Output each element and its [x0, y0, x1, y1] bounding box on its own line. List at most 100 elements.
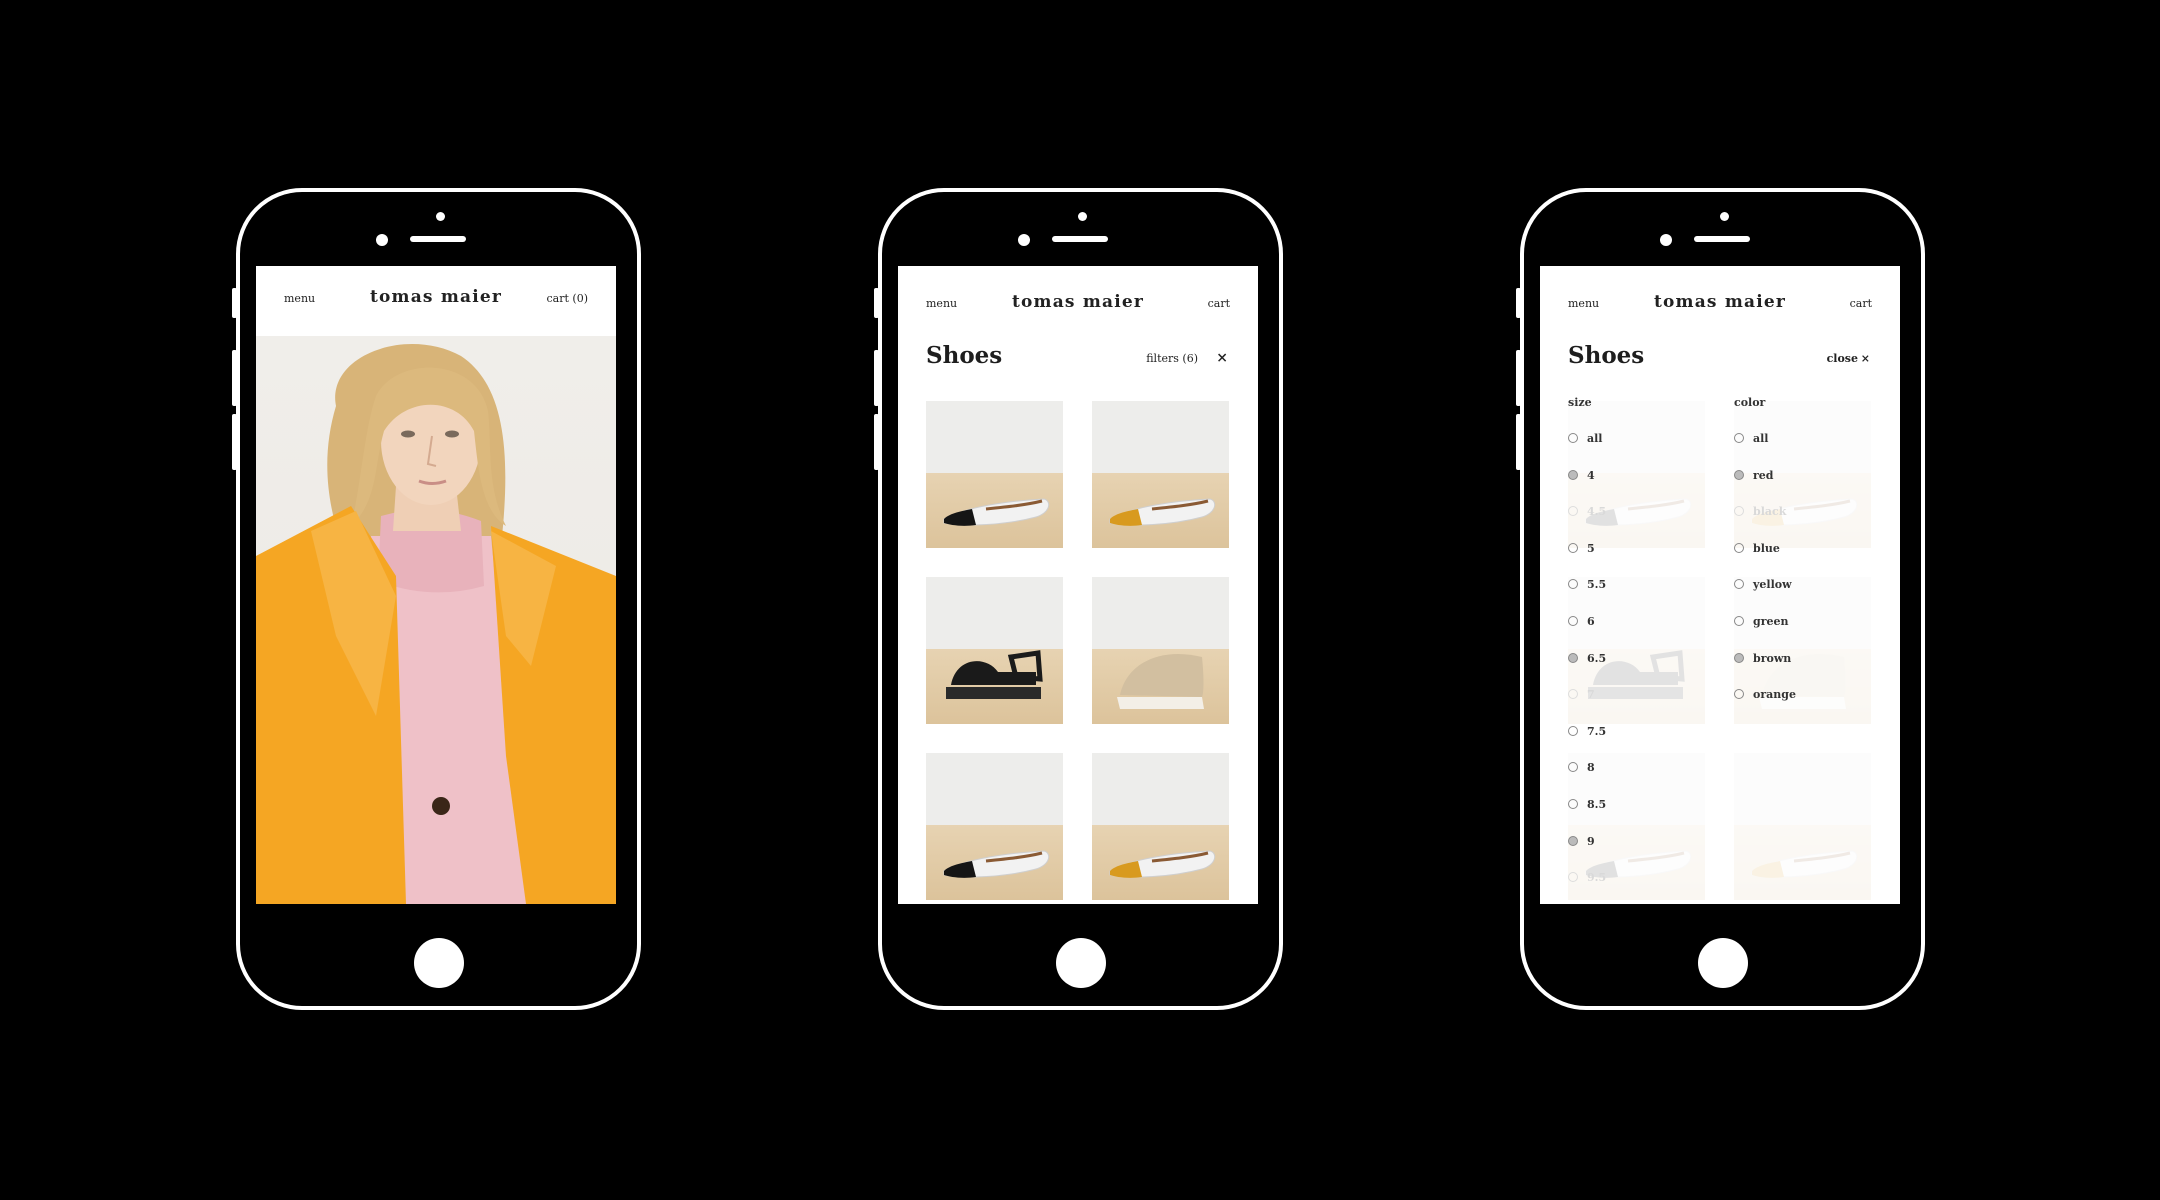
size-option[interactable]: all — [1568, 432, 1603, 445]
radio-icon — [1568, 799, 1578, 809]
radio-icon — [1568, 579, 1578, 590]
speaker-grille — [1052, 236, 1108, 242]
site-header: menu tomas maier cart (0) — [256, 266, 616, 332]
size-option-label: 4.5 — [1587, 505, 1607, 519]
product-image — [1588, 650, 1685, 699]
size-option-label: 9.5 — [1587, 871, 1607, 885]
product-image — [1117, 653, 1204, 709]
volume-down-button — [1516, 414, 1521, 470]
product-tile[interactable] — [1734, 753, 1871, 900]
site-header: menu tomas maier cart — [898, 266, 1258, 332]
hero-image[interactable] — [256, 336, 616, 904]
product-tile[interactable] — [1092, 753, 1229, 900]
size-option[interactable]: 6 — [1568, 615, 1595, 628]
color-option[interactable]: green — [1734, 615, 1788, 628]
phone-frame-home: menu tomas maier cart (0) — [232, 188, 641, 1010]
cart-link[interactable]: cart (0) — [547, 292, 588, 305]
filters-toggle[interactable]: filters (6) — [1146, 352, 1198, 365]
radio-icon — [1734, 652, 1744, 663]
mute-switch — [1516, 288, 1521, 318]
mute-switch — [874, 288, 879, 318]
radio-icon — [1568, 506, 1578, 517]
home-button[interactable] — [1698, 938, 1748, 988]
home-button[interactable] — [1056, 938, 1106, 988]
close-icon[interactable]: × — [1861, 352, 1870, 365]
close-filters-button[interactable]: close — [1827, 352, 1858, 365]
color-option[interactable]: red — [1734, 469, 1774, 482]
size-option: 7 — [1568, 688, 1595, 701]
phone-frame-listing: menu tomas maier cart Shoes filters (6) … — [874, 188, 1283, 1010]
size-option[interactable]: 8.5 — [1568, 798, 1606, 811]
cart-link[interactable]: cart — [1850, 297, 1872, 310]
product-image — [1109, 850, 1216, 878]
radio-icon — [1734, 542, 1744, 553]
color-option-label: all — [1753, 432, 1769, 445]
radio-icon — [1734, 689, 1744, 700]
product-image — [1759, 653, 1846, 709]
product-tile[interactable] — [926, 401, 1063, 548]
radio-icon — [1568, 433, 1578, 443]
size-option: 4.5 — [1568, 505, 1606, 518]
radio-icon — [1568, 469, 1578, 480]
color-filter-label: color — [1734, 396, 1766, 409]
size-option-label: 6.5 — [1587, 651, 1607, 665]
color-option-label: blue — [1753, 541, 1780, 555]
color-option[interactable]: all — [1734, 432, 1769, 445]
radio-icon — [1568, 652, 1578, 663]
size-option[interactable]: 6.5 — [1568, 652, 1606, 665]
size-option-label: 7 — [1587, 688, 1595, 702]
color-option-label: yellow — [1753, 578, 1792, 592]
brand-logo[interactable]: tomas maier — [898, 292, 1258, 312]
product-tile[interactable] — [926, 577, 1063, 724]
size-option[interactable]: 5 — [1568, 542, 1595, 555]
speaker-grille — [410, 236, 466, 242]
size-option-label: 7.5 — [1587, 724, 1607, 738]
color-option-label: brown — [1753, 651, 1792, 665]
close-icon[interactable]: × — [1216, 350, 1228, 366]
product-tile[interactable] — [1734, 577, 1871, 724]
listing-screen: menu tomas maier cart Shoes filters (6) … — [898, 266, 1258, 904]
color-option[interactable]: blue — [1734, 542, 1780, 555]
mute-switch — [232, 288, 237, 318]
radio-icon — [1568, 689, 1578, 700]
color-option-label: green — [1753, 615, 1789, 628]
color-option: black — [1734, 505, 1786, 518]
size-option[interactable]: 7.5 — [1568, 725, 1606, 738]
color-option[interactable]: yellow — [1734, 578, 1792, 591]
size-option-label: 9 — [1587, 834, 1595, 848]
page-title: Shoes — [1568, 342, 1645, 369]
radio-icon — [1568, 616, 1578, 626]
product-image — [1751, 850, 1858, 878]
volume-down-button — [232, 414, 237, 470]
color-option[interactable]: orange — [1734, 688, 1796, 701]
radio-icon — [1734, 616, 1744, 626]
product-tile[interactable] — [1092, 401, 1229, 548]
site-header: menu tomas maier cart — [1540, 266, 1900, 332]
color-option-label: orange — [1753, 688, 1796, 702]
size-option[interactable]: 8 — [1568, 761, 1595, 774]
product-tile[interactable] — [1092, 577, 1229, 724]
sensor-icon — [1660, 234, 1672, 246]
product-tile[interactable] — [926, 753, 1063, 900]
camera-icon — [1720, 212, 1729, 221]
radio-icon — [1734, 433, 1744, 443]
radio-icon — [1734, 506, 1744, 517]
size-option: 9.5 — [1568, 871, 1606, 884]
model-in-orange-coat-illustration — [256, 344, 616, 904]
cart-link[interactable]: cart — [1208, 297, 1230, 310]
size-option-label: 8.5 — [1587, 798, 1607, 811]
radio-icon — [1568, 872, 1578, 883]
home-screen: menu tomas maier cart (0) — [256, 266, 616, 904]
size-option-label: 6 — [1587, 615, 1595, 628]
sensor-icon — [376, 234, 388, 246]
radio-icon — [1568, 725, 1578, 736]
camera-icon — [436, 212, 445, 221]
size-option[interactable]: 9 — [1568, 835, 1595, 848]
home-button[interactable] — [414, 938, 464, 988]
size-option[interactable]: 5.5 — [1568, 578, 1606, 591]
brand-logo[interactable]: tomas maier — [1540, 292, 1900, 312]
size-option-label: 4 — [1587, 468, 1595, 482]
color-option[interactable]: brown — [1734, 652, 1791, 665]
size-option[interactable]: 4 — [1568, 469, 1595, 482]
product-tile[interactable] — [1568, 577, 1705, 724]
